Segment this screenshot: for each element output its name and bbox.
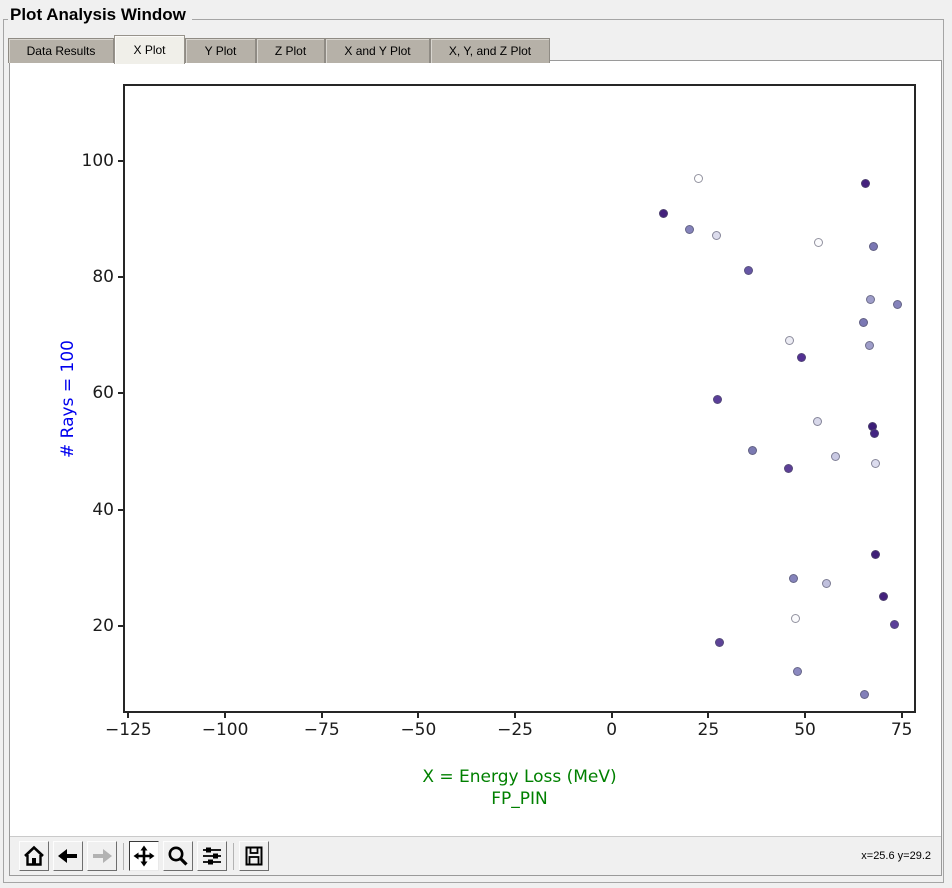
toolbar-separator xyxy=(233,842,234,870)
x-tick-label: 25 xyxy=(697,720,720,740)
scatter-point xyxy=(793,667,803,677)
x-tick-label: 0 xyxy=(606,720,618,740)
x-tick-mark xyxy=(320,713,323,718)
pan-button[interactable] xyxy=(129,841,159,871)
x-tick-label: −50 xyxy=(400,720,437,740)
x-axis-label-line1: X = Energy Loss (MeV) xyxy=(422,767,617,787)
x-tick-label: −25 xyxy=(497,720,533,740)
tab-bar: Data Results X Plot Y Plot Z Plot X and Y Pl… xyxy=(8,35,550,64)
zoom-icon xyxy=(167,845,189,867)
subplots-icon xyxy=(201,845,223,867)
x-axis-label-line2: FP_PIN xyxy=(491,789,548,809)
navigation-toolbar: x=25.6 y=29.2 xyxy=(10,836,941,875)
notebook-panel: # Rays = 100 X = Energy Loss (MeV) FP_PI… xyxy=(9,60,942,876)
x-tick-mark xyxy=(127,713,130,718)
plot-area xyxy=(123,84,916,713)
cursor-coordinates-readout: x=25.6 y=29.2 xyxy=(861,850,931,862)
scatter-point xyxy=(861,179,871,189)
x-tick-mark xyxy=(610,713,613,718)
scatter-point xyxy=(814,237,824,247)
scatter-point xyxy=(784,464,794,474)
back-icon xyxy=(57,845,79,867)
scatter-point xyxy=(713,394,723,404)
scatter-point xyxy=(871,550,881,560)
tab-x-y-and-z-plot[interactable]: X, Y, and Z Plot xyxy=(430,38,550,63)
scatter-point xyxy=(785,336,795,346)
tab-x-and-y-plot[interactable]: X and Y Plot xyxy=(325,38,430,63)
x-axis-label: X = Energy Loss (MeV) FP_PIN xyxy=(123,766,916,810)
scatter-point xyxy=(868,242,878,252)
y-tick-label: 40 xyxy=(92,499,114,520)
back-button[interactable] xyxy=(53,841,83,871)
scatter-point xyxy=(711,231,721,241)
scatter-point xyxy=(860,690,870,700)
scatter-point xyxy=(858,318,868,328)
scatter-point xyxy=(685,225,695,235)
zoom-button[interactable] xyxy=(163,841,193,871)
home-button[interactable] xyxy=(19,841,49,871)
tab-data-results[interactable]: Data Results xyxy=(8,38,114,63)
save-icon xyxy=(243,845,265,867)
forward-icon xyxy=(91,845,113,867)
scatter-point xyxy=(785,710,795,713)
home-icon xyxy=(23,845,45,867)
x-tick-mark xyxy=(224,713,227,718)
x-tick-mark xyxy=(804,713,807,718)
window-title: Plot Analysis Window xyxy=(8,5,192,25)
scatter-point xyxy=(791,614,801,624)
save-button[interactable] xyxy=(239,841,269,871)
scatter-point xyxy=(866,295,876,305)
scatter-point xyxy=(822,579,832,589)
x-tick-label: −125 xyxy=(105,720,152,740)
tab-z-plot[interactable]: Z Plot xyxy=(256,38,325,63)
scatter-point xyxy=(831,452,841,462)
scatter-point xyxy=(890,620,900,630)
forward-button[interactable] xyxy=(87,841,117,871)
x-tick-label: 50 xyxy=(794,720,816,740)
scatter-point xyxy=(715,638,725,648)
x-tick-label: −75 xyxy=(303,720,340,740)
y-tick-label: 80 xyxy=(92,267,114,287)
scatter-point xyxy=(892,300,902,310)
x-tick-label: −100 xyxy=(201,720,249,740)
scatter-point xyxy=(813,417,823,427)
scatter-point xyxy=(870,429,880,439)
pan-icon xyxy=(133,845,155,867)
y-tick-label: 20 xyxy=(92,615,114,636)
tab-y-plot[interactable]: Y Plot xyxy=(185,38,256,63)
scatter-point xyxy=(879,592,889,602)
scatter-point xyxy=(659,208,669,218)
scatter-point xyxy=(789,574,799,584)
subplots-button[interactable] xyxy=(197,841,227,871)
scatter-point xyxy=(744,266,754,276)
scatter-point xyxy=(865,341,875,351)
x-tick-label: 75 xyxy=(890,720,913,740)
toolbar-separator xyxy=(123,842,124,870)
y-tick-label: 60 xyxy=(92,383,114,404)
y-tick-label: 100 xyxy=(81,150,114,171)
scatter-point xyxy=(871,458,881,468)
x-tick-mark xyxy=(417,713,420,718)
figure-canvas[interactable]: # Rays = 100 X = Energy Loss (MeV) FP_PI… xyxy=(10,61,941,836)
scatter-point xyxy=(748,446,758,456)
x-tick-mark xyxy=(514,713,517,718)
scatter-point xyxy=(797,353,807,363)
x-tick-mark xyxy=(900,713,903,718)
scatter-point xyxy=(694,173,704,183)
x-tick-mark xyxy=(707,713,710,718)
tab-x-plot[interactable]: X Plot xyxy=(114,35,185,64)
